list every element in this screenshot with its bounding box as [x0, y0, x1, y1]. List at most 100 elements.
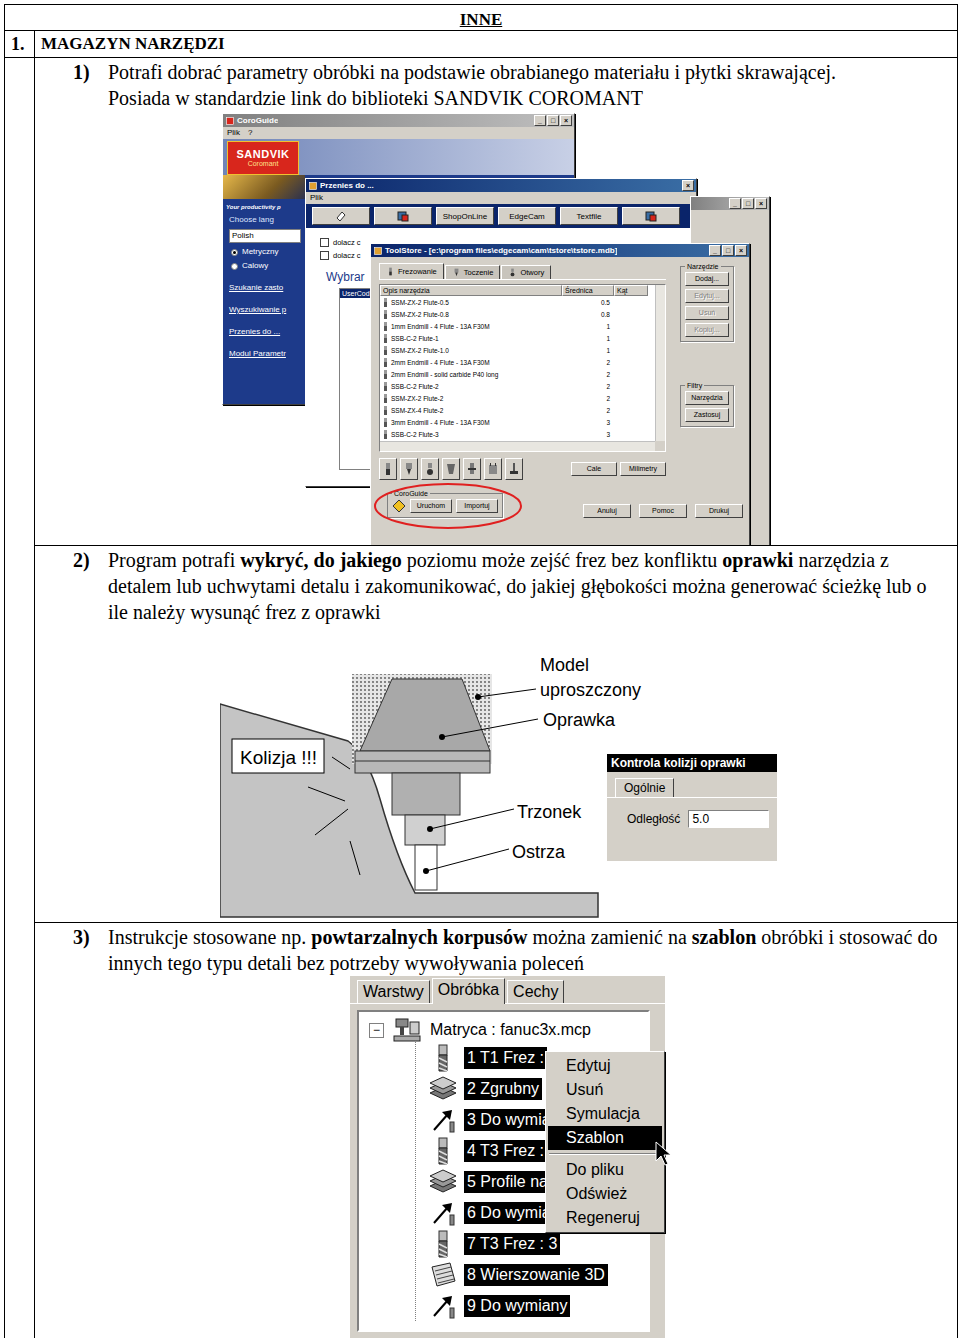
tool-row[interactable]: SSM-ZX-4 Flute-22	[380, 404, 655, 416]
window-control-button[interactable]: □	[742, 198, 754, 209]
title-bar[interactable]: Przenies do ...×	[306, 179, 696, 192]
unit-radio[interactable]: Metryczny	[223, 247, 305, 257]
toolbar-button[interactable]	[374, 207, 432, 225]
tab[interactable]: Frezowanie	[379, 263, 444, 279]
tab[interactable]: Toczenie	[445, 265, 501, 279]
tool-action-button[interactable]: Kopiuj...	[685, 323, 729, 337]
tree-item[interactable]: 8 Wierszowanie 3D	[416, 1259, 648, 1290]
tree-root[interactable]: −Matryca : fanuc3x.mcp	[369, 1018, 648, 1042]
toolbar-button[interactable]	[312, 207, 370, 225]
tool-diameter: 2	[562, 395, 614, 402]
tool-row[interactable]: SSB-C-2 Flute-22	[380, 380, 655, 392]
column-header[interactable]: Kąt	[614, 285, 648, 296]
unit-radio[interactable]: Calowy	[223, 261, 305, 271]
coroguide-link[interactable]: Przenies do ...	[223, 327, 305, 337]
tool-row[interactable]: 2mm Endmill - 4 Flute - 13A F30M2	[380, 356, 655, 368]
window-control-button[interactable]: ×	[682, 180, 694, 191]
column-header[interactable]: Opis narzędzia	[380, 285, 562, 296]
window-control-button[interactable]: ×	[560, 115, 572, 126]
end-mill-icon	[383, 394, 388, 403]
tool-row[interactable]: 1mm Endmill - 4 Flute - 13A F30M1	[380, 320, 655, 332]
tab[interactable]: Otwory	[501, 265, 551, 279]
filter-button[interactable]: Zastosuj	[685, 408, 729, 422]
tool-action-button[interactable]: Usuń	[685, 306, 729, 320]
tool-type-button[interactable]	[421, 458, 439, 480]
dialog-button[interactable]: Drukuj	[695, 504, 743, 518]
window-control-button[interactable]: □	[722, 245, 734, 256]
window-control-button[interactable]: ×	[755, 198, 767, 209]
coroguide-link[interactable]: Modul Parametr	[223, 349, 305, 359]
menu-item[interactable]: Plik	[227, 128, 240, 138]
coroguide-link[interactable]: Szukanie zasto	[223, 283, 305, 293]
tool-type-button[interactable]	[442, 458, 460, 480]
chapter-row: 1.MAGAZYN NARZĘDZI	[5, 31, 957, 58]
title-bar[interactable]: CoroGuide_□×	[223, 114, 574, 127]
checkbox[interactable]	[320, 238, 329, 247]
vertical-scrollbar[interactable]	[655, 285, 665, 441]
language-label: Choose lang	[223, 215, 305, 225]
window-control-button[interactable]: □	[547, 115, 559, 126]
tool-type-button[interactable]	[379, 458, 397, 480]
toolstore-window[interactable]: ToolStore - [e:\program files\edgecam\ca…	[370, 243, 750, 546]
tool-row[interactable]: SSM-ZX-2 Flute-0.80.8	[380, 308, 655, 320]
tree-item[interactable]: 9 Do wymiany	[416, 1290, 648, 1321]
dialog-button[interactable]: Pomoc	[639, 504, 687, 518]
language-field[interactable]: Polish	[229, 229, 301, 243]
context-menu-item[interactable]: Do pliku	[548, 1158, 662, 1182]
toolbar-button[interactable]: EdgeCam	[498, 207, 556, 225]
context-menu-item[interactable]: Usuń	[548, 1078, 662, 1102]
toolbar-button[interactable]: ShopOnLine	[436, 207, 494, 225]
menu-bar: Plik	[306, 192, 696, 204]
tool-list[interactable]: Opis narzędziaŚrednicaKątSSM-ZX-2 Flute-…	[379, 284, 666, 452]
tool-row[interactable]: SSM-ZX-2 Flute-0.50.5	[380, 296, 655, 308]
collision-dialog[interactable]: Kontrola kolizji oprawkiOgólnieOdległość…	[607, 754, 777, 861]
tool-type-button[interactable]	[505, 458, 523, 480]
checkbox[interactable]	[320, 251, 329, 260]
toolbar-button[interactable]	[622, 207, 680, 225]
tool-row[interactable]: SSB-C-2 Flute-33	[380, 428, 655, 440]
unit-button[interactable]: Milimetry	[620, 462, 666, 476]
tool-name: SSM-ZX-2 Flute-0.5	[380, 298, 562, 307]
context-menu-item[interactable]: Odśwież	[548, 1182, 662, 1206]
window-control-button[interactable]: _	[729, 198, 741, 209]
distance-field[interactable]: 5.0	[688, 810, 769, 828]
context-menu-item[interactable]: Symulacja	[548, 1102, 662, 1126]
context-menu-item[interactable]: Szablon	[548, 1126, 662, 1150]
menu-item[interactable]: Plik	[310, 193, 323, 203]
dialog-button[interactable]: Anuluj	[583, 504, 631, 518]
horizontal-scrollbar[interactable]	[380, 441, 655, 451]
tool-action-button[interactable]: Dodaj...	[685, 272, 729, 286]
tool-type-button[interactable]	[463, 458, 481, 480]
context-menu-item[interactable]: Edytuj	[548, 1054, 662, 1078]
panel-tab[interactable]: Obróbka	[432, 978, 505, 1004]
expand-toggle[interactable]: −	[369, 1023, 384, 1038]
title-bar[interactable]: ToolStore - [e:\program files\edgecam\ca…	[371, 244, 749, 257]
coroguide-button[interactable]: Importuj	[456, 499, 498, 513]
dialog-tab[interactable]: Ogólnie	[615, 778, 674, 797]
menu-item[interactable]: ?	[248, 128, 252, 138]
tool-action-button[interactable]: Edytuj...	[685, 289, 729, 303]
filter-button[interactable]: Narzędzia	[685, 391, 729, 405]
toolbar-button[interactable]: Textfile	[560, 207, 618, 225]
panel-tab[interactable]: Cechy	[507, 980, 564, 1003]
window-control-button[interactable]: _	[709, 245, 721, 256]
radio-dot[interactable]	[231, 263, 238, 270]
window-control-button[interactable]: _	[534, 115, 546, 126]
tool-row[interactable]: SSM-ZX-2 Flute-1.01	[380, 344, 655, 356]
tool-type-button[interactable]	[484, 458, 502, 480]
tool-row[interactable]: 3mm Endmill - 4 Flute - 13A F30M3	[380, 416, 655, 428]
coroguide-link[interactable]: Wyszukiwanie p	[223, 305, 305, 315]
tool-row[interactable]: SSM-ZX-2 Flute-22	[380, 392, 655, 404]
tool-row[interactable]: 2mm Endmill - solid carbide P40 long2	[380, 368, 655, 380]
title-bar[interactable]: _□×	[691, 197, 769, 210]
tool-row[interactable]: SSB-C-2 Flute-11	[380, 332, 655, 344]
coroguide-icon[interactable]	[392, 499, 406, 513]
column-header[interactable]: Średnica	[562, 285, 614, 296]
radio-dot[interactable]	[231, 249, 238, 256]
panel-tab[interactable]: Warstwy	[357, 980, 430, 1003]
window-control-button[interactable]: ×	[735, 245, 747, 256]
coroguide-button[interactable]: Uruchom	[410, 499, 452, 513]
tool-type-button[interactable]	[400, 458, 418, 480]
unit-button[interactable]: Cale	[571, 462, 617, 476]
context-menu-item[interactable]: Regeneruj	[548, 1206, 662, 1230]
